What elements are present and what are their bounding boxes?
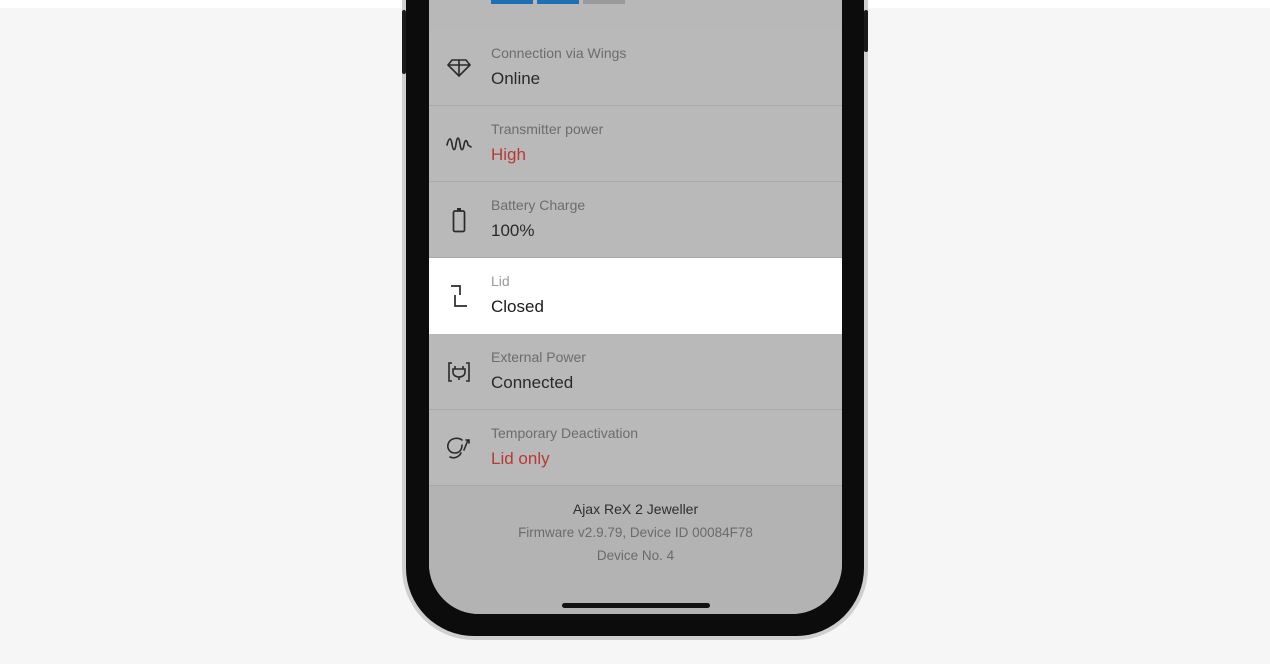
setting-row-temporary-deactivation[interactable]: Temporary Deactivation Lid only <box>429 410 842 486</box>
device-settings-screen: Connection via Wings Online Transmitter … <box>429 0 842 614</box>
top-tab-indicator-3 <box>583 0 625 4</box>
setting-label: Lid <box>491 273 510 289</box>
setting-row-transmitter-power[interactable]: Transmitter power High <box>429 106 842 182</box>
setting-value: Closed <box>491 297 544 316</box>
setting-row-external-power[interactable]: External Power Connected <box>429 334 842 410</box>
setting-value: Connected <box>491 373 574 392</box>
lid-icon <box>443 280 475 312</box>
temporary-deactivation-icon <box>443 432 475 464</box>
external-power-icon <box>443 356 475 388</box>
home-indicator[interactable] <box>562 603 710 608</box>
signal-wave-icon <box>443 128 475 160</box>
setting-value: Online <box>491 69 541 88</box>
phone-side-button-right <box>864 10 868 52</box>
setting-value: Lid only <box>491 449 550 468</box>
setting-row-battery-charge[interactable]: Battery Charge 100% <box>429 182 842 258</box>
setting-label: Temporary Deactivation <box>491 425 639 441</box>
setting-label: Connection via Wings <box>491 45 627 61</box>
battery-icon <box>443 204 475 236</box>
setting-label: Transmitter power <box>491 121 604 137</box>
device-number: Device No. 4 <box>596 548 675 563</box>
setting-row-connection-via-wings[interactable]: Connection via Wings Online <box>429 30 842 106</box>
wings-diamond-icon <box>443 52 475 84</box>
setting-value: 100% <box>491 221 535 240</box>
setting-label: Battery Charge <box>491 197 586 213</box>
page-stage: Connection via Wings Online Transmitter … <box>0 0 1270 666</box>
top-tab-indicator-2 <box>537 0 579 4</box>
device-name: Ajax ReX 2 Jeweller <box>572 501 699 517</box>
device-firmware-id: Firmware v2.9.79, Device ID 00084F78 <box>518 525 753 540</box>
setting-label: External Power <box>491 349 586 365</box>
top-partial-tabs <box>491 0 625 4</box>
top-tab-indicator-1 <box>491 0 533 4</box>
setting-row-lid[interactable]: Lid Closed <box>429 258 842 334</box>
device-info-footer: Ajax ReX 2 Jeweller Firmware v2.9.79, De… <box>429 486 842 614</box>
setting-value: High <box>491 145 526 164</box>
